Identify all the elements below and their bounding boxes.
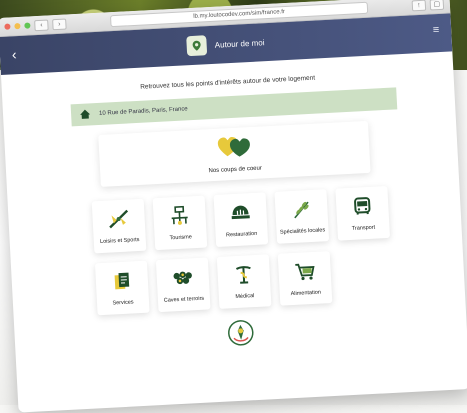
footer-brand-logo bbox=[32, 309, 449, 357]
category-row-2: Services Caves et terroirs Médical Alime… bbox=[94, 245, 447, 316]
menu-icon[interactable]: ≡ bbox=[432, 24, 439, 36]
documents-icon bbox=[110, 270, 133, 296]
category-row-1: Loisirs et Sports Tourisme Restauration bbox=[91, 183, 444, 254]
page-title: Autour de moi bbox=[214, 37, 265, 50]
caduceus-icon bbox=[232, 264, 255, 290]
cloche-icon bbox=[229, 202, 252, 228]
close-window-button[interactable] bbox=[4, 23, 11, 30]
category-label: Loisirs et Sports bbox=[99, 236, 140, 245]
hearts-icon bbox=[216, 135, 251, 164]
favorites-card[interactable]: Nos coups de coeur bbox=[98, 120, 371, 187]
home-icon bbox=[79, 108, 92, 122]
category-label: Spécialités locales bbox=[279, 226, 326, 236]
device-screen: ‹ › lb.my.loutocodev.com/sim/france.fr ↑… bbox=[0, 0, 467, 413]
category-transport[interactable]: Transport bbox=[335, 185, 391, 241]
share-icon[interactable]: ↑ bbox=[411, 0, 427, 11]
category-services[interactable]: Services bbox=[94, 260, 150, 316]
back-button[interactable]: ‹ bbox=[11, 46, 17, 62]
category-alimentation[interactable]: Alimentation bbox=[277, 251, 333, 306]
category-label: Services bbox=[112, 298, 134, 306]
minimize-window-button[interactable] bbox=[14, 22, 21, 30]
maximize-window-button[interactable] bbox=[24, 22, 31, 29]
address-bar-home[interactable]: 10 Rue de Paradis, Paris, France bbox=[70, 87, 398, 127]
category-label: Médical bbox=[235, 292, 255, 300]
cart-icon bbox=[293, 260, 316, 286]
favorites-label: Nos coups de coeur bbox=[208, 164, 263, 174]
address-text: 10 Rue de Paradis, Paris, France bbox=[98, 106, 188, 117]
category-tourisme[interactable]: Tourisme bbox=[152, 195, 208, 251]
category-label: Caves et terroirs bbox=[163, 295, 205, 304]
grapes-icon bbox=[170, 267, 195, 293]
category-caves-terroirs[interactable]: Caves et terroirs bbox=[155, 257, 211, 313]
category-label: Tourisme bbox=[169, 233, 192, 241]
category-restauration[interactable]: Restauration bbox=[213, 192, 269, 247]
category-medical[interactable]: Médical bbox=[216, 254, 272, 309]
category-grid: Loisirs et Sports Tourisme Restauration bbox=[91, 183, 447, 316]
category-label: Transport bbox=[351, 224, 376, 232]
monument-icon bbox=[168, 205, 191, 231]
kayak-icon bbox=[107, 208, 130, 234]
main-content: Retrouvez tous les points d'intérêts aut… bbox=[1, 51, 467, 367]
browser-forward-button[interactable]: › bbox=[52, 18, 67, 30]
category-label: Alimentation bbox=[290, 289, 322, 297]
tabs-icon[interactable]: ▢ bbox=[429, 0, 445, 10]
wheat-icon bbox=[290, 198, 313, 224]
browser-back-button[interactable]: ‹ bbox=[34, 18, 49, 31]
location-pin-icon bbox=[186, 35, 208, 57]
category-loisirs-sports[interactable]: Loisirs et Sports bbox=[91, 198, 147, 254]
category-label: Restauration bbox=[225, 230, 258, 238]
category-specialites-locales[interactable]: Spécialités locales bbox=[274, 189, 330, 244]
bus-icon bbox=[351, 195, 374, 221]
